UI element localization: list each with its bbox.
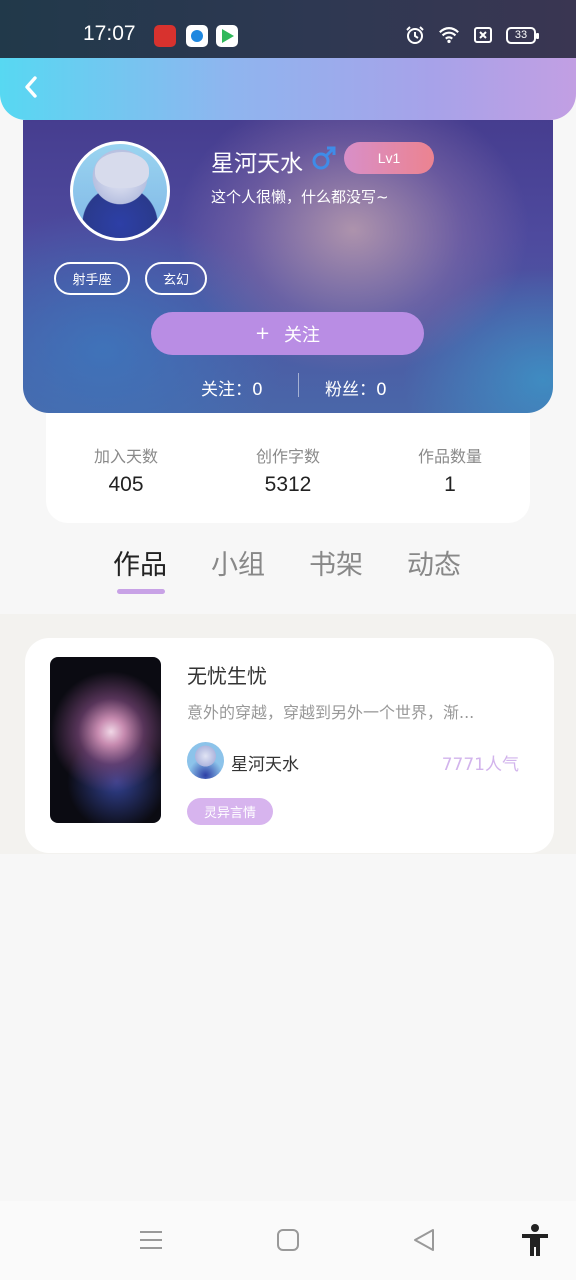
stat-word-count: 创作字数 5312 [223,443,353,497]
alarm-icon [404,24,426,46]
stat-join-days: 加入天数 405 [61,443,191,497]
level-badge: Lv1 [344,142,434,174]
male-icon [312,146,336,170]
system-navigation-bar [0,1201,576,1280]
stat-label: 作品数量 [417,447,482,466]
tag-zodiac[interactable]: 射手座 [54,262,130,295]
accessibility-icon [522,1224,548,1256]
triangle-back-icon [414,1229,434,1251]
status-bar: 17:07 33 [0,0,576,60]
plus-icon: + [254,323,271,344]
app-notification-icon [154,25,176,47]
stat-value: 1 [444,473,456,496]
genre-tag: 灵异言情 [187,798,273,825]
tab-works[interactable]: 作品 [113,543,167,582]
video-notification-icon [216,25,238,47]
followers-count[interactable]: 粉丝：0 [325,375,387,400]
stats-card: 加入天数 405 创作字数 5312 作品数量 1 [46,413,530,523]
divider [298,373,299,397]
menu-icon [140,1231,162,1249]
follow-button[interactable]: + 关注 [151,312,424,355]
work-card[interactable]: 无忧生忧 意外的穿越，穿越到另外一个世界，渐... 星河天水 7771人气 灵异… [25,638,554,853]
profile-header-card: 星河天水 Lv1 这个人很懒，什么都没写~ 射手座 玄幻 + 关注 关注：0 粉… [23,120,553,413]
browser-notification-icon [186,25,208,47]
stat-value: 5312 [264,473,312,496]
tag-genre[interactable]: 玄幻 [145,262,207,295]
stat-works-count: 作品数量 1 [385,443,515,497]
popularity-count: 7771人气 [441,755,519,775]
book-cover-image[interactable] [50,657,161,823]
tab-groups[interactable]: 小组 [211,543,265,582]
menu-button[interactable] [136,1225,166,1255]
status-time: 17:07 [83,22,136,45]
wifi-icon [438,24,460,46]
home-button[interactable] [273,1225,303,1255]
tab-bookshelf[interactable]: 书架 [309,543,363,582]
avatar[interactable] [70,141,170,241]
home-square-icon [277,1229,299,1251]
status-icons: 33 [404,24,539,46]
username: 星河天水 [211,151,303,177]
chevron-left-icon [25,76,37,98]
following-count[interactable]: 关注：0 [201,375,263,400]
sim-icon [472,24,494,46]
top-nav-bar [0,58,576,120]
stat-value: 405 [108,473,144,496]
accessibility-button[interactable] [520,1224,550,1256]
work-title: 无忧生忧 [187,664,267,688]
back-button[interactable] [16,72,46,102]
battery-icon: 33 [506,26,539,44]
author-name: 星河天水 [231,755,299,775]
back-nav-button[interactable] [409,1225,439,1255]
stat-label: 加入天数 [93,447,158,466]
tab-indicator [117,589,165,594]
stat-label: 创作字数 [255,447,320,466]
bio-text: 这个人很懒，什么都没写~ [211,188,389,206]
tab-activity[interactable]: 动态 [407,543,461,582]
work-description: 意外的穿越，穿越到另外一个世界，渐... [187,703,475,722]
author-avatar [187,742,224,779]
follow-button-label: 关注 [284,324,321,346]
